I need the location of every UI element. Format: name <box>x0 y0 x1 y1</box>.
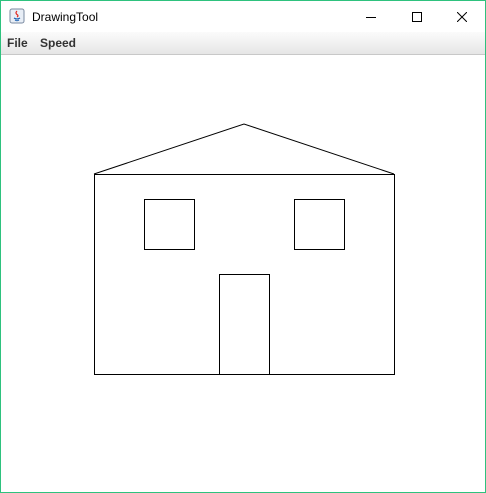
close-icon <box>457 11 467 22</box>
maximize-icon <box>412 11 422 22</box>
title-bar[interactable]: DrawingTool <box>1 1 485 32</box>
house-door <box>219 274 270 375</box>
house-roof <box>93 123 395 175</box>
house-left-window <box>144 199 195 250</box>
house-right-window <box>294 199 345 250</box>
app-window: DrawingTool File Speed <box>0 0 486 493</box>
drawing-canvas[interactable] <box>1 55 485 492</box>
minimize-button[interactable] <box>348 1 394 32</box>
minimize-icon <box>366 16 376 18</box>
close-button[interactable] <box>439 1 485 32</box>
menu-bar: File Speed <box>1 32 485 55</box>
window-title: DrawingTool <box>32 10 99 24</box>
maximize-button[interactable] <box>394 1 440 32</box>
house-drawing <box>93 123 395 375</box>
menu-file[interactable]: File <box>7 35 28 51</box>
java-icon <box>9 8 25 24</box>
menu-speed[interactable]: Speed <box>40 35 76 51</box>
